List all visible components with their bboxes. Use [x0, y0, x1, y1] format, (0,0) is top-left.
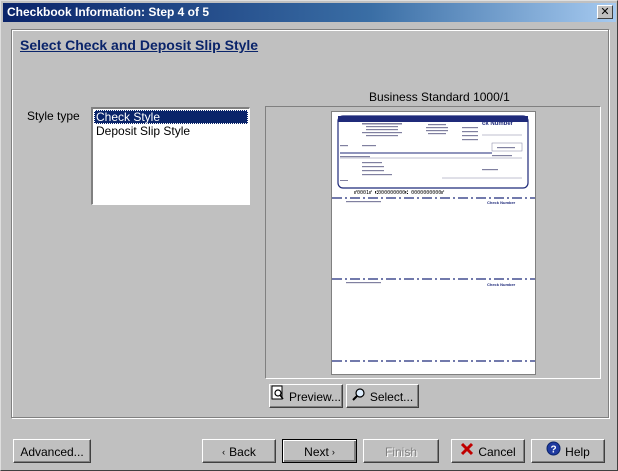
style-type-listbox[interactable]: Check Style Deposit Slip Style [91, 107, 250, 205]
page-title: Select Check and Deposit Slip Style [20, 37, 259, 53]
micr-line: ⑈0001⑈ ⑆000000000⑆ 0000000000⑈ [354, 190, 444, 196]
style-type-label: Style type [27, 109, 80, 123]
close-icon [460, 441, 474, 463]
help-icon: ? [546, 441, 561, 463]
cancel-button[interactable]: Cancel [451, 439, 525, 463]
page-magnifier-icon [271, 385, 285, 408]
preview-style-name: Business Standard 1000/1 [369, 90, 510, 104]
preview-button[interactable]: Preview... [269, 384, 343, 408]
window-title: Checkbook Information: Step 4 of 5 [7, 5, 210, 19]
back-button[interactable]: ‹ Back [202, 439, 276, 463]
check-preview-graphic: ck Number ⑈0001⑈ ⑆000000000⑆ 0000000000⑈… [332, 115, 535, 362]
chevron-left-icon: ‹ [222, 446, 226, 457]
wizard-window: Checkbook Information: Step 4 of 5 ✕ Sel… [0, 0, 618, 471]
next-button[interactable]: Next › [282, 439, 357, 463]
finish-button[interactable]: Finish [363, 439, 439, 463]
select-button[interactable]: Select... [346, 384, 419, 408]
help-button[interactable]: ? Help [531, 439, 605, 463]
stub-check-number-2: Check Number [487, 282, 516, 287]
advanced-button[interactable]: Advanced... [13, 439, 91, 463]
check-number-label: ck Number [482, 121, 514, 127]
magnifier-icon [352, 386, 366, 408]
check-preview-image: ck Number ⑈0001⑈ ⑆000000000⑆ 0000000000⑈… [331, 111, 536, 375]
title-bar: Checkbook Information: Step 4 of 5 ✕ [3, 3, 616, 22]
stub-check-number-1: Check Number [487, 200, 516, 205]
list-item-deposit-slip-style[interactable]: Deposit Slip Style [94, 124, 248, 138]
list-item-check-style[interactable]: Check Style [94, 110, 248, 124]
svg-text:?: ? [551, 444, 557, 455]
chevron-right-icon: › [331, 446, 335, 457]
close-icon[interactable]: ✕ [597, 5, 613, 19]
